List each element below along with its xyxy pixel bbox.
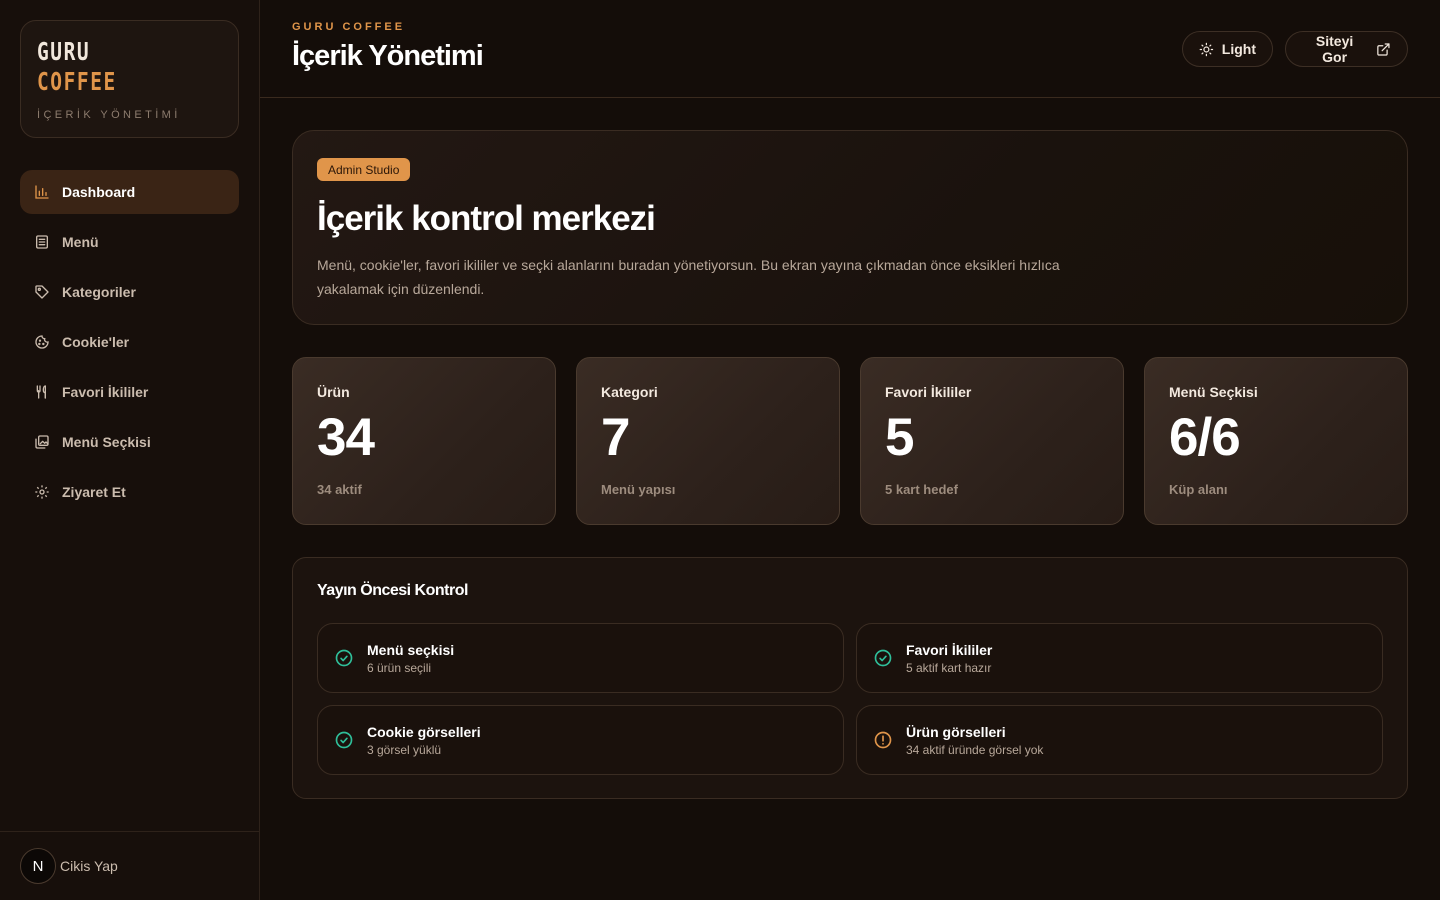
hero-description: Menü, cookie'ler, favori ikililer ve seç…: [317, 257, 1060, 297]
brand-logo[interactable]: GURU COFFEE İÇERİK YÖNETİMİ: [20, 20, 239, 138]
stat-card-categories[interactable]: Kategori 7 Menü yapısı: [576, 357, 840, 525]
theme-toggle-button[interactable]: Light: [1182, 31, 1273, 67]
stat-subtext: 34 aktif: [317, 482, 362, 497]
stat-subtext: Menü yapısı: [601, 482, 676, 497]
check-item-cookie-images[interactable]: Cookie görselleri 3 görsel yüklü: [317, 705, 844, 775]
checks-title: Yayın Öncesi Kontrol: [317, 582, 468, 599]
sidebar-item-label: Menü: [62, 234, 99, 250]
sun-icon: [1199, 42, 1214, 56]
sidebar-item-label: Favori İkililer: [62, 384, 149, 400]
stat-value: 6/6: [1169, 408, 1241, 467]
images-icon: [34, 434, 50, 450]
sidebar: GURU COFFEE İÇERİK YÖNETİMİ Dashboard Me…: [0, 0, 260, 900]
bar-chart-icon: [34, 184, 50, 200]
view-site-button[interactable]: Siteyi Gor: [1285, 31, 1408, 67]
admin-studio-badge: Admin Studio: [317, 158, 411, 181]
sidebar-item-menu[interactable]: Menü: [20, 220, 239, 264]
header-eyebrow: GURU COFFEE: [292, 21, 406, 33]
check-title: Favori İkililer: [906, 641, 993, 658]
alert-circle-icon: [873, 730, 893, 750]
stat-value: 5: [885, 408, 914, 467]
check-circle-icon: [334, 648, 354, 668]
sidebar-item-label: Menü Seçkisi: [62, 434, 151, 450]
stat-value: 7: [601, 408, 630, 467]
page-header: GURU COFFEE İçerik Yönetimi Light Siteyi…: [260, 0, 1440, 98]
check-item-menu-selection[interactable]: Menü seçkisi 6 ürün seçili: [317, 623, 844, 693]
avatar: N: [20, 848, 56, 884]
check-item-favorite-pairs[interactable]: Favori İkililer 5 aktif kart hazır: [856, 623, 1383, 693]
sidebar-item-label: Dashboard: [62, 184, 136, 200]
sidebar-item-favorite-pairs[interactable]: Favori İkililer: [20, 370, 239, 414]
stat-label: Menü Seçkisi: [1169, 384, 1258, 400]
logout-label: Cikis Yap: [60, 858, 118, 874]
external-link-icon: [1377, 42, 1390, 56]
theme-toggle-label: Light: [1221, 41, 1256, 57]
view-site-label: Siteyi Gor: [1315, 33, 1354, 65]
check-circle-icon: [873, 648, 893, 668]
sidebar-item-menu-selection[interactable]: Menü Seçkisi: [20, 420, 239, 464]
brand-name-line1: GURU: [37, 37, 91, 66]
check-circle-icon: [334, 730, 354, 750]
logout-button[interactable]: N Cikis Yap: [0, 831, 259, 900]
stat-card-menu-selection[interactable]: Menü Seçkisi 6/6 Küp alanı: [1144, 357, 1408, 525]
page-title: İçerik Yönetimi: [292, 40, 484, 72]
stat-card-favorite-pairs[interactable]: Favori İkililer 5 5 kart hedef: [860, 357, 1124, 525]
stat-card-products[interactable]: Ürün 34 34 aktif: [292, 357, 556, 525]
brand-subtitle: İÇERİK YÖNETİMİ: [37, 109, 181, 121]
hero-card: Admin Studio İçerik kontrol merkezi Menü…: [292, 130, 1408, 325]
sidebar-item-categories[interactable]: Kategoriler: [20, 270, 239, 314]
check-title: Ürün görselleri: [906, 723, 1006, 740]
tag-icon: [34, 284, 50, 300]
utensils-icon: [34, 384, 50, 400]
stat-subtext: 5 kart hedef: [885, 482, 958, 497]
stat-label: Ürün: [317, 384, 350, 400]
sidebar-item-visit[interactable]: Ziyaret Et: [20, 470, 239, 514]
sidebar-item-label: Cookie'ler: [62, 334, 130, 350]
stat-subtext: Küp alanı: [1169, 482, 1228, 497]
sidebar-item-dashboard[interactable]: Dashboard: [20, 170, 239, 214]
sidebar-item-label: Kategoriler: [62, 284, 136, 300]
brand-name-line2: COFFEE: [37, 67, 117, 96]
check-subtext: 6 ürün seçili: [367, 660, 432, 675]
prepublish-checks: Yayın Öncesi Kontrol Menü seçkisi 6 ürün…: [292, 557, 1408, 799]
check-subtext: 5 aktif kart hazır: [906, 660, 992, 675]
stat-label: Favori İkililer: [885, 384, 972, 400]
sidebar-item-label: Ziyaret Et: [62, 484, 126, 500]
list-icon: [34, 234, 50, 250]
check-title: Cookie görselleri: [367, 723, 481, 740]
gear-icon: [34, 484, 50, 500]
check-subtext: 3 görsel yüklü: [367, 742, 442, 757]
hero-title: İçerik kontrol merkezi: [317, 199, 656, 238]
check-item-product-images[interactable]: Ürün görselleri 34 aktif üründe görsel y…: [856, 705, 1383, 775]
stat-value: 34: [317, 408, 375, 467]
sidebar-item-cookies[interactable]: Cookie'ler: [20, 320, 239, 364]
stat-label: Kategori: [601, 384, 658, 400]
check-subtext: 34 aktif üründe görsel yok: [906, 742, 1044, 757]
check-title: Menü seçkisi: [367, 641, 455, 658]
cookie-icon: [34, 334, 50, 350]
sidebar-nav: Dashboard Menü Kategoriler Cookie'ler Fa…: [20, 170, 239, 520]
